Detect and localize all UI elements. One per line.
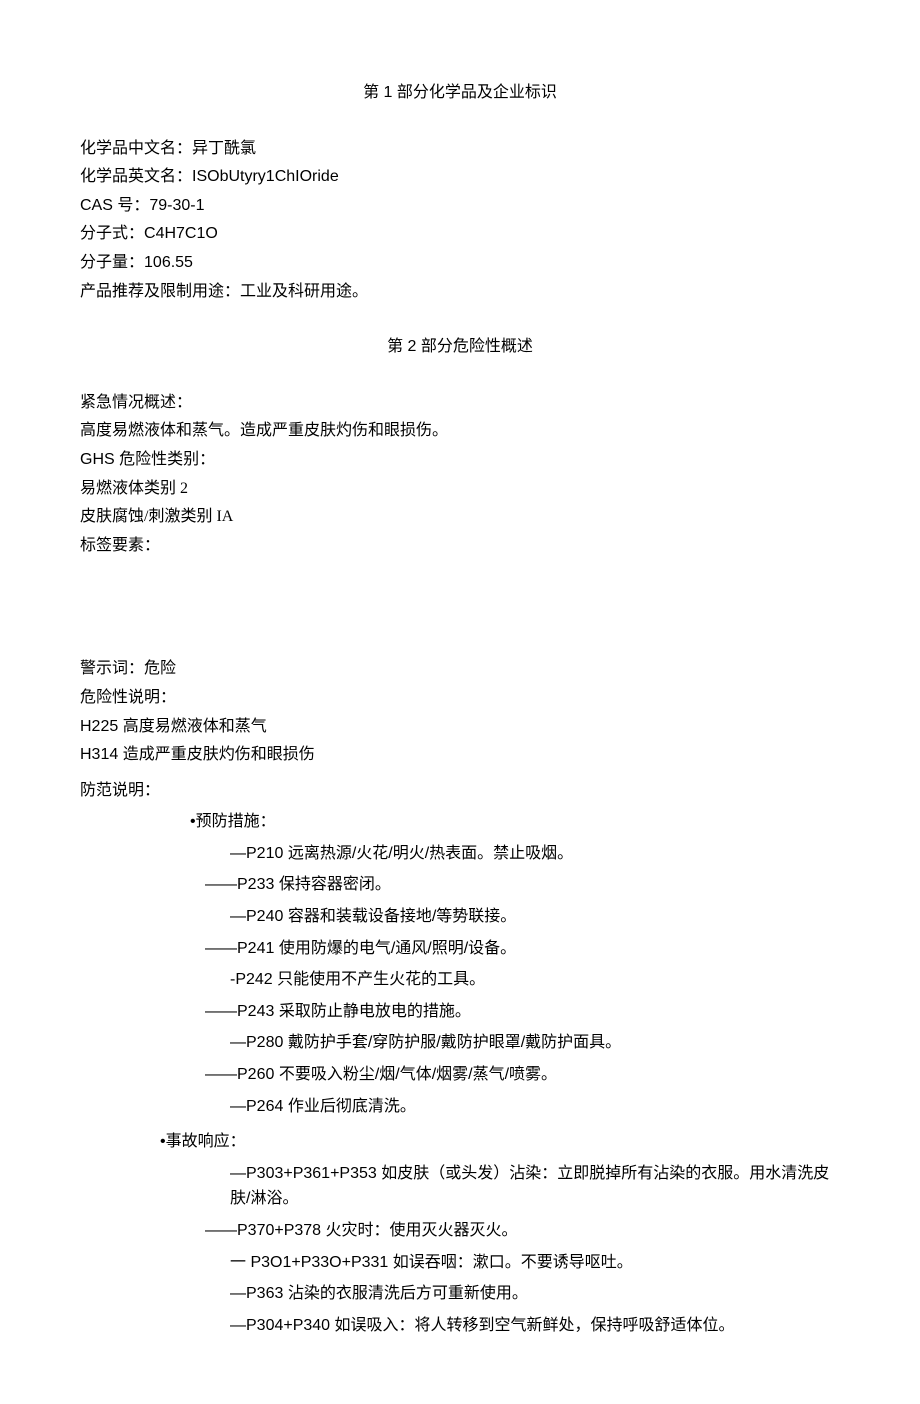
signal-word-label: 警示词： xyxy=(80,660,144,677)
ghs-category-1: 易燃液体类别 2 xyxy=(80,476,840,502)
usage-line: 产品推荐及限制用途：工业及科研用途。 xyxy=(80,279,840,305)
chinese-name-line: 化学品中文名：异丁酰氯 xyxy=(80,136,840,162)
chinese-name-value: 异丁酰氯 xyxy=(192,140,256,157)
ghs-label: GHS 危险性类别： xyxy=(80,447,840,473)
precaution-p264: —P264 作业后彻底清洗。 xyxy=(230,1094,840,1120)
emergency-text: 高度易燃液体和蒸气。造成严重皮肤灼伤和眼损伤。 xyxy=(80,418,840,444)
signal-word-value: 危险 xyxy=(144,660,176,677)
ghs-1-text: 易燃液体类别 2 xyxy=(80,480,188,497)
document-page: 第 1 部分化学品及企业标识 化学品中文名：异丁酰氯 化学品英文名：ISObUt… xyxy=(0,0,920,1404)
usage-value: 工业及科研用途。 xyxy=(240,283,368,300)
hazard-h225: H225 高度易燃液体和蒸气 xyxy=(80,714,840,740)
ghs-2-text: 皮肤腐蚀/刺激类别 IA xyxy=(80,508,233,525)
section-2-title: 第 2 部分危险性概述 xyxy=(80,334,840,360)
precaution-p240: —P240 容器和装载设备接地/等势联接。 xyxy=(230,904,840,930)
cas-label: CAS 号： xyxy=(80,197,149,214)
pictogram-spacer xyxy=(80,561,840,653)
cas-line: CAS 号：79-30-1 xyxy=(80,193,840,219)
precaution-p260: ——P260 不要吸入粉尘/烟/气体/烟雾/蒸气/喷雾。 xyxy=(205,1062,840,1088)
formula-value: C4H7C1O xyxy=(144,225,218,242)
signal-word-line: 警示词：危险 xyxy=(80,656,840,682)
response-p301: 一 P3O1+P33O+P331 如误吞咽：漱口。不要诱导呕吐。 xyxy=(230,1250,840,1276)
response-p304: —P304+P340 如误吸入：将人转移到空气新鲜处，保持呼吸舒适体位。 xyxy=(230,1313,840,1339)
response-p303: —P303+P361+P353 如皮肤（或头发）沾染：立即脱掉所有沾染的衣服。用… xyxy=(230,1161,840,1212)
english-name-value: ISObUtyry1ChIOride xyxy=(192,168,339,185)
precaution-p210: —P210 远离热源/火花/明火/热表面。禁止吸烟。 xyxy=(230,841,840,867)
chinese-name-label: 化学品中文名： xyxy=(80,140,192,157)
precaution-p233: ——P233 保持容器密闭。 xyxy=(205,872,840,898)
formula-label: 分子式： xyxy=(80,225,144,242)
response-p370: ——P370+P378 火灾时：使用灭火器灭火。 xyxy=(205,1218,840,1244)
ghs-category-2: 皮肤腐蚀/刺激类别 IA xyxy=(80,504,840,530)
mw-value: 106.55 xyxy=(144,254,193,271)
english-name-line: 化学品英文名：ISObUtyry1ChIOride xyxy=(80,164,840,190)
precaution-p242: -P242 只能使用不产生火花的工具。 xyxy=(230,967,840,993)
precaution-p241: ——P241 使用防爆的电气/通风/照明/设备。 xyxy=(205,936,840,962)
english-name-label: 化学品英文名： xyxy=(80,168,192,185)
precaution-p243: ——P243 采取防止静电放电的措施。 xyxy=(205,999,840,1025)
usage-label: 产品推荐及限制用途： xyxy=(80,283,240,300)
precaution-label: 防范说明： xyxy=(80,778,840,804)
section-1-title: 第 1 部分化学品及企业标识 xyxy=(80,80,840,106)
precaution-p280: —P280 戴防护手套/穿防护服/戴防护眼罩/戴防护面具。 xyxy=(230,1030,840,1056)
response-heading: •事故响应： xyxy=(160,1129,840,1155)
hazard-h314: H314 造成严重皮肤灼伤和眼损伤 xyxy=(80,742,840,768)
mw-line: 分子量：106.55 xyxy=(80,250,840,276)
emergency-label: 紧急情况概述： xyxy=(80,390,840,416)
cas-value: 79-30-1 xyxy=(149,197,204,214)
prevention-heading: •预防措施： xyxy=(190,809,840,835)
hazard-statement-label: 危险性说明： xyxy=(80,685,840,711)
response-p363: —P363 沾染的衣服清洗后方可重新使用。 xyxy=(230,1281,840,1307)
label-elements: 标签要素： xyxy=(80,533,840,559)
formula-line: 分子式：C4H7C1O xyxy=(80,221,840,247)
mw-label: 分子量： xyxy=(80,254,144,271)
